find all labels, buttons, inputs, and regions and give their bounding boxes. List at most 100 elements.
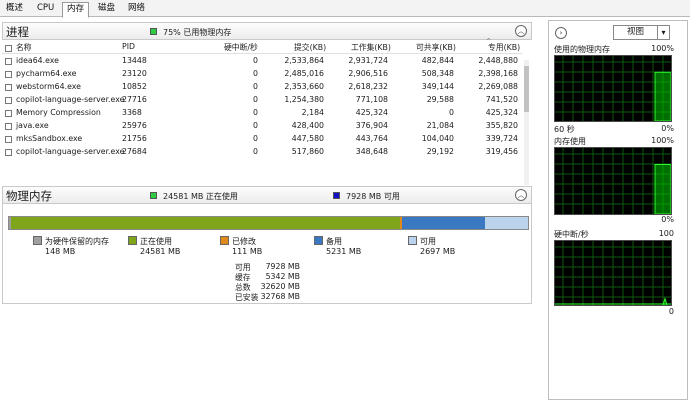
graph1-title: 使用的物理内存	[554, 45, 610, 54]
process-faults: 0	[253, 69, 258, 78]
col-shareable[interactable]: 可共享(KB)	[416, 42, 456, 53]
sort-indicator-icon: ^	[486, 38, 492, 45]
process-private: 425,324	[485, 108, 518, 117]
process-faults: 0	[253, 108, 258, 117]
row-checkbox[interactable]	[5, 97, 12, 104]
table-row[interactable]: copilot-language-server.exe 27684 0 517,860…	[2, 147, 522, 160]
bar-segment-standby	[402, 217, 485, 229]
col-pid[interactable]: PID	[122, 42, 135, 51]
memory-usage-graph	[554, 147, 672, 215]
usage-color-icon	[150, 28, 157, 35]
process-section-header[interactable]: 进程 75% 已用物理内存 ︿	[2, 22, 532, 40]
row-checkbox[interactable]	[5, 136, 12, 143]
process-shareable: 104,040	[421, 134, 454, 143]
view-dropdown[interactable]: 视图	[613, 25, 658, 40]
table-row[interactable]: webstorm64.exe 10852 0 2,353,660 2,618,232 34…	[2, 82, 522, 95]
stat-value: 7928 MB	[265, 262, 300, 271]
legend-label: 备用	[326, 237, 342, 246]
row-checkbox[interactable]	[5, 110, 12, 117]
in-use-color-icon	[150, 192, 157, 199]
process-name: pycharm64.exe	[16, 69, 77, 78]
legend-value: 5231 MB	[326, 247, 362, 256]
tab-overview[interactable]: 概述	[2, 2, 27, 16]
process-working: 376,904	[355, 121, 388, 130]
legend-label: 为硬件保留的内存	[45, 237, 109, 246]
legend-swatch	[33, 236, 42, 245]
legend-value: 148 MB	[45, 247, 76, 256]
legend-swatch	[408, 236, 417, 245]
graph3-max: 100	[658, 229, 674, 238]
process-working: 443,764	[355, 134, 388, 143]
process-faults: 0	[253, 121, 258, 130]
process-shareable: 508,348	[421, 69, 454, 78]
table-row[interactable]: idea64.exe 13448 0 2,533,864 2,931,724 482,84…	[2, 56, 522, 69]
scrollbar-thumb[interactable]	[524, 66, 529, 112]
process-faults: 0	[253, 134, 258, 143]
col-hard-faults[interactable]: 硬中断/秒	[224, 42, 258, 53]
memory-section-header[interactable]: 物理内存 24581 MB 正在使用 7928 MB 可用 ︿	[2, 186, 532, 204]
tab-memory[interactable]: 内存	[62, 2, 90, 18]
legend-swatch	[314, 236, 323, 245]
legend-value: 24581 MB	[140, 247, 181, 256]
process-section-title: 进程	[6, 25, 29, 39]
legend-label: 可用	[420, 237, 436, 246]
legend-swatch	[128, 236, 137, 245]
process-scrollbar[interactable]	[524, 60, 529, 185]
process-private: 2,448,880	[478, 56, 518, 65]
row-checkbox[interactable]	[5, 58, 12, 65]
graph-fill	[654, 71, 671, 121]
process-pid: 13448	[122, 56, 147, 65]
tab-bar: 概述 CPU 内存 磁盘 网络	[0, 0, 690, 18]
graph1-time-label: 60 秒	[554, 125, 575, 134]
process-commit: 447,580	[291, 134, 324, 143]
collapse-memory-button[interactable]: ︿	[515, 189, 527, 201]
process-working: 2,931,724	[348, 56, 388, 65]
tab-disk[interactable]: 磁盘	[94, 2, 119, 16]
hard-faults-graph	[554, 240, 672, 306]
process-working: 2,906,516	[348, 69, 388, 78]
bar-segment-in-use	[11, 217, 400, 229]
process-name: copilot-language-server.exe	[16, 147, 125, 156]
process-commit: 2,485,016	[284, 69, 324, 78]
collapse-process-button[interactable]: ︿	[515, 25, 527, 37]
row-checkbox[interactable]	[5, 71, 12, 78]
process-private: 339,724	[485, 134, 518, 143]
select-all-checkbox[interactable]	[5, 45, 12, 52]
process-private: 319,456	[485, 147, 518, 156]
process-name: copilot-language-server.exe	[16, 95, 125, 104]
stat-value: 32768 MB	[260, 292, 300, 301]
legend-label: 正在使用	[140, 237, 172, 246]
physical-memory-graph	[554, 55, 672, 122]
process-name: idea64.exe	[16, 56, 59, 65]
process-shareable: 0	[449, 108, 454, 117]
stat-value: 5342 MB	[265, 272, 300, 281]
process-private: 355,820	[485, 121, 518, 130]
graph2-min: 0%	[661, 215, 674, 224]
table-row[interactable]: copilot-language-server.exe 27716 0 1,254,3…	[2, 95, 522, 108]
col-working-set[interactable]: 工作集(KB)	[351, 42, 391, 53]
tab-cpu[interactable]: CPU	[33, 2, 58, 16]
table-row[interactable]: Memory Compression 3368 0 2,184 425,324 0 425,…	[2, 108, 522, 121]
table-row[interactable]: pycharm64.exe 23120 0 2,485,016 2,906,516 508…	[2, 69, 522, 82]
table-row[interactable]: mksSandbox.exe 21756 0 447,580 443,764 104,04…	[2, 134, 522, 147]
col-commit[interactable]: 提交(KB)	[294, 42, 326, 53]
process-shareable: 21,084	[426, 121, 454, 130]
tab-network[interactable]: 网络	[124, 2, 149, 16]
graph3-title: 硬中断/秒	[554, 230, 589, 239]
row-checkbox[interactable]	[5, 149, 12, 156]
graph2-max: 100%	[651, 136, 674, 145]
process-faults: 0	[253, 82, 258, 91]
table-row[interactable]: java.exe 25976 0 428,400 376,904 21,084 355,82…	[2, 121, 522, 134]
expand-panel-button[interactable]: ›	[555, 27, 567, 39]
col-name[interactable]: 名称	[16, 42, 32, 53]
row-checkbox[interactable]	[5, 123, 12, 130]
col-private[interactable]: 专用(KB)	[488, 42, 520, 53]
process-pid: 21756	[122, 134, 147, 143]
chevron-down-icon[interactable]: ▾	[658, 25, 670, 40]
process-pid: 10852	[122, 82, 147, 91]
stat-value: 32620 MB	[260, 282, 300, 291]
bar-segment-free	[485, 217, 528, 229]
process-working: 771,108	[355, 95, 388, 104]
process-pid: 27716	[122, 95, 147, 104]
row-checkbox[interactable]	[5, 84, 12, 91]
